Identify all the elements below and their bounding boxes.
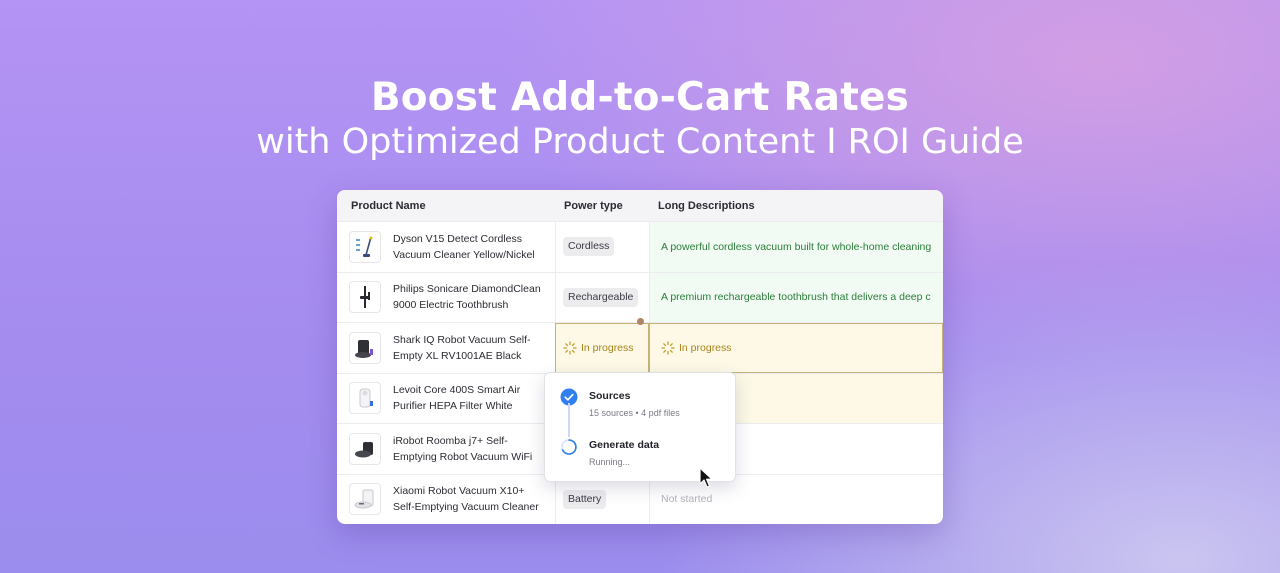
in-progress-label: In progress (581, 341, 634, 354)
product-name: iRobot Roomba j7+ Self-Emptying Robot Va… (393, 434, 533, 463)
step-generate-data: Generate data Running... (589, 439, 659, 467)
spinner-icon (561, 439, 577, 455)
step-title: Generate data (589, 439, 660, 451)
in-progress-status: In progress (563, 341, 634, 355)
description-text: A premium rechargeable toothbrush that d… (661, 291, 931, 304)
product-name-cell[interactable]: Philips Sonicare DiamondClean 9000 Elect… (337, 273, 555, 323)
product-name-cell[interactable]: Levoit Core 400S Smart Air Purifier HEPA… (337, 374, 555, 424)
product-name-cell[interactable]: Shark IQ Robot Vacuum Self-Empty XL RV10… (337, 323, 555, 373)
robot-vacuum-icon (349, 331, 381, 364)
power-type-tag: Cordless (563, 237, 615, 257)
table-row[interactable]: Dyson V15 Detect Cordless Vacuum Cleaner… (337, 221, 943, 272)
description-cell[interactable]: In progress (649, 323, 943, 373)
in-progress-status: In progress (661, 341, 732, 355)
not-started-status: Not started (661, 493, 713, 506)
step-subtitle: 15 sources • 4 pdf files (589, 408, 680, 418)
robot-vacuum-station-icon (349, 483, 381, 516)
product-name: Shark IQ Robot Vacuum Self-Empty XL RV10… (393, 333, 531, 362)
power-type-cell[interactable]: Rechargeable (555, 272, 649, 322)
step-sources: Sources 15 sources • 4 pdf files (589, 390, 680, 418)
table-header: Product Name Power type Long Description… (337, 190, 943, 221)
product-name: Dyson V15 Detect Cordless Vacuum Cleaner… (393, 232, 535, 261)
power-type-tag: Battery (563, 489, 607, 509)
hero-subtitle: with Optimized Product Content I ROI Gui… (256, 122, 1024, 162)
product-name: Levoit Core 400S Smart Air Purifier HEPA… (393, 384, 521, 413)
description-cell[interactable]: A powerful cordless vacuum built for who… (649, 222, 943, 272)
step-subtitle: Running... (589, 457, 631, 467)
power-type-cell[interactable]: Cordless (555, 222, 649, 272)
in-progress-label: In progress (679, 341, 732, 354)
product-name: Philips Sonicare DiamondClean 9000 Elect… (393, 283, 541, 312)
description-cell[interactable]: A premium rechargeable toothbrush that d… (649, 272, 943, 322)
product-name: Xiaomi Robot Vacuum X10+ Self-Emptying V… (393, 485, 539, 514)
table-row[interactable]: Philips Sonicare DiamondClean 9000 Elect… (337, 271, 943, 323)
generation-progress-popover: Sources 15 sources • 4 pdf files Generat… (544, 372, 736, 482)
mouse-cursor-icon (699, 467, 713, 488)
spinner-icon (563, 341, 577, 355)
robot-vacuum-dock-icon (349, 432, 381, 465)
air-purifier-icon (349, 382, 381, 415)
description-text: A powerful cordless vacuum built for who… (661, 240, 932, 253)
spinner-icon (661, 341, 675, 355)
hero-header: Boost Add-to-Cart Rates with Optimized P… (0, 74, 1280, 164)
product-name-cell[interactable]: Dyson V15 Detect Cordless Vacuum Cleaner… (337, 222, 555, 272)
hero-title: Boost Add-to-Cart Rates (370, 75, 910, 120)
step-connector (568, 403, 570, 437)
stick-vacuum-icon (349, 230, 381, 263)
table-row[interactable]: Shark IQ Robot Vacuum Self-Empty XL RV10… (337, 322, 943, 373)
cell-drag-handle[interactable] (637, 318, 644, 325)
step-title: Sources (589, 390, 631, 402)
toothbrush-icon (349, 281, 381, 314)
column-header-long-descriptions[interactable]: Long Descriptions (649, 190, 943, 221)
product-name-cell[interactable]: Xiaomi Robot Vacuum X10+ Self-Emptying V… (337, 475, 555, 525)
column-header-product-name[interactable]: Product Name (337, 190, 555, 221)
product-name-cell[interactable]: iRobot Roomba j7+ Self-Emptying Robot Va… (337, 424, 555, 474)
column-header-power-type[interactable]: Power type (555, 190, 649, 221)
power-type-cell[interactable]: In progress (555, 323, 649, 373)
power-type-tag: Rechargeable (563, 287, 639, 307)
